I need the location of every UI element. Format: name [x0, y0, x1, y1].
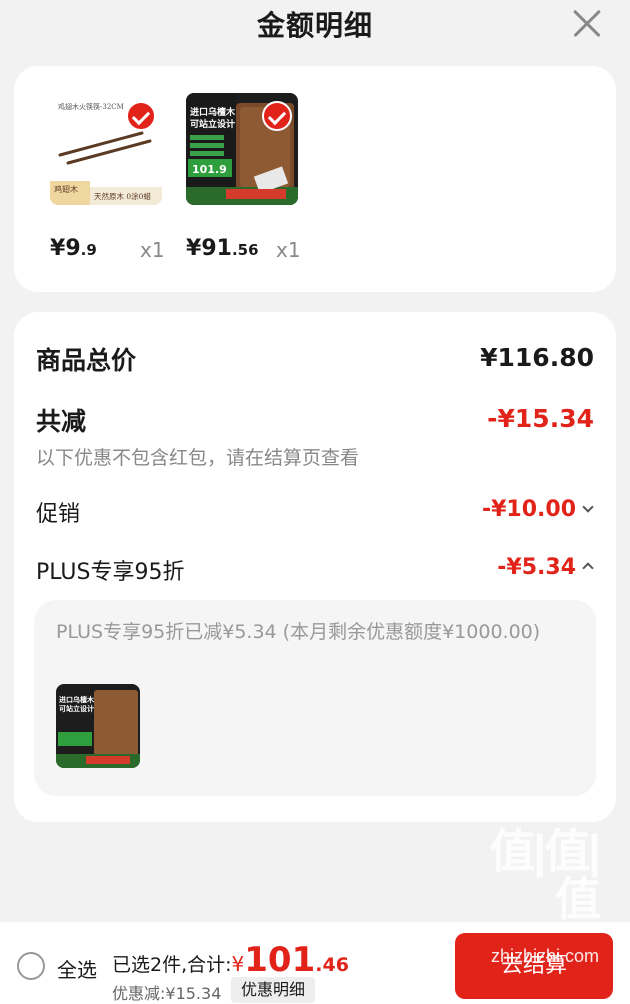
- watermark: 值|值|值 zhizhizhi.com: [455, 825, 601, 989]
- svg-text:进口乌檀木: 进口乌檀木: [190, 106, 236, 118]
- selected-check-icon[interactable]: [262, 101, 292, 131]
- product-thumbnail-cutting-board: 进口乌檀木 可站立设计 101.9: [186, 93, 298, 205]
- total-line: 已选2件,合计:¥101.46: [112, 940, 349, 980]
- discount-label: 共减: [36, 407, 87, 436]
- promo-label: 促销: [36, 502, 81, 527]
- promo-value: -¥10.00: [481, 497, 576, 522]
- saved-amount: 优惠减:¥15.34: [112, 984, 222, 1003]
- plus-label: PLUS专享95折: [36, 560, 185, 585]
- watermark-logo: 值|值|值: [489, 825, 601, 925]
- page-title: 金额明细: [256, 9, 373, 42]
- product-price: ¥9.9: [50, 236, 97, 261]
- product-thumbnail-chopsticks: 鸡翅木火筷筷-32CM 鸡翅木 天然原木 0涂0蜡: [50, 93, 162, 205]
- select-all-label[interactable]: 全选: [57, 954, 97, 983]
- discount-detail-button[interactable]: 优惠明细: [231, 977, 316, 1003]
- total-amount: 101: [244, 940, 316, 980]
- svg-text:可站立设计: 可站立设计: [190, 118, 235, 130]
- plus-detail-panel: PLUS专享95折已减¥5.34 (本月剩余优惠额度¥1000.00) 进口乌檀…: [34, 600, 596, 796]
- product-price: ¥91.56: [186, 236, 259, 261]
- total-price-value: ¥116.80: [480, 343, 594, 372]
- product-qty: x1: [140, 238, 165, 262]
- plus-value: -¥5.34: [497, 555, 576, 580]
- svg-text:可站立设计: 可站立设计: [59, 704, 94, 713]
- checkout-bar: 全选 已选2件,合计:¥101.46 优惠减:¥15.34 优惠明细 去结算 值…: [0, 827, 630, 1004]
- product-qty: x1: [276, 238, 301, 262]
- close-icon[interactable]: [572, 8, 602, 38]
- svg-text:进口乌檀木: 进口乌檀木: [59, 695, 95, 704]
- selected-total-label: 已选2件,合计:: [112, 954, 232, 976]
- total-price-label: 商品总价: [36, 346, 137, 375]
- selected-check-icon[interactable]: [126, 101, 156, 131]
- promo-row-toggle[interactable]: -¥10.00: [481, 497, 594, 522]
- plus-detail-text: PLUS专享95折已减¥5.34 (本月剩余优惠额度¥1000.00): [56, 621, 541, 643]
- product-list-card: 鸡翅木火筷筷-32CM 鸡翅木 天然原木 0涂0蜡 ¥9.9 x1 进口乌檀木 …: [14, 66, 616, 292]
- plus-row-toggle[interactable]: -¥5.34: [497, 555, 594, 580]
- chevron-up-icon: [582, 562, 594, 574]
- product-item[interactable]: 鸡翅木火筷筷-32CM 鸡翅木 天然原木 0涂0蜡: [50, 93, 162, 205]
- discount-value: -¥15.34: [487, 404, 594, 433]
- watermark-url: zhizhizhi.com: [490, 946, 599, 966]
- product-item[interactable]: 进口乌檀木 可站立设计 101.9: [186, 93, 298, 205]
- checkout-button[interactable]: 去结算 值|值|值 zhizhizhi.com: [455, 827, 613, 999]
- modal-header: 金额明细: [0, 0, 630, 52]
- chevron-down-icon: [582, 501, 594, 513]
- price-summary-card: 商品总价 ¥116.80 共减 -¥15.34 以下优惠不包含红包，请在结算页查…: [14, 312, 616, 822]
- product-thumbnail-cutting-board: 进口乌檀木 可站立设计: [56, 684, 140, 768]
- select-all-radio[interactable]: [17, 952, 45, 980]
- thumb-price: 101.9: [192, 163, 227, 176]
- thumb-label: 鸡翅木火筷筷-32CM: [58, 102, 124, 111]
- thumb-tag: 鸡翅木: [54, 184, 78, 194]
- thumb-sub: 天然原木 0涂0蜡: [94, 191, 151, 201]
- discount-note: 以下优惠不包含红包，请在结算页查看: [36, 447, 360, 469]
